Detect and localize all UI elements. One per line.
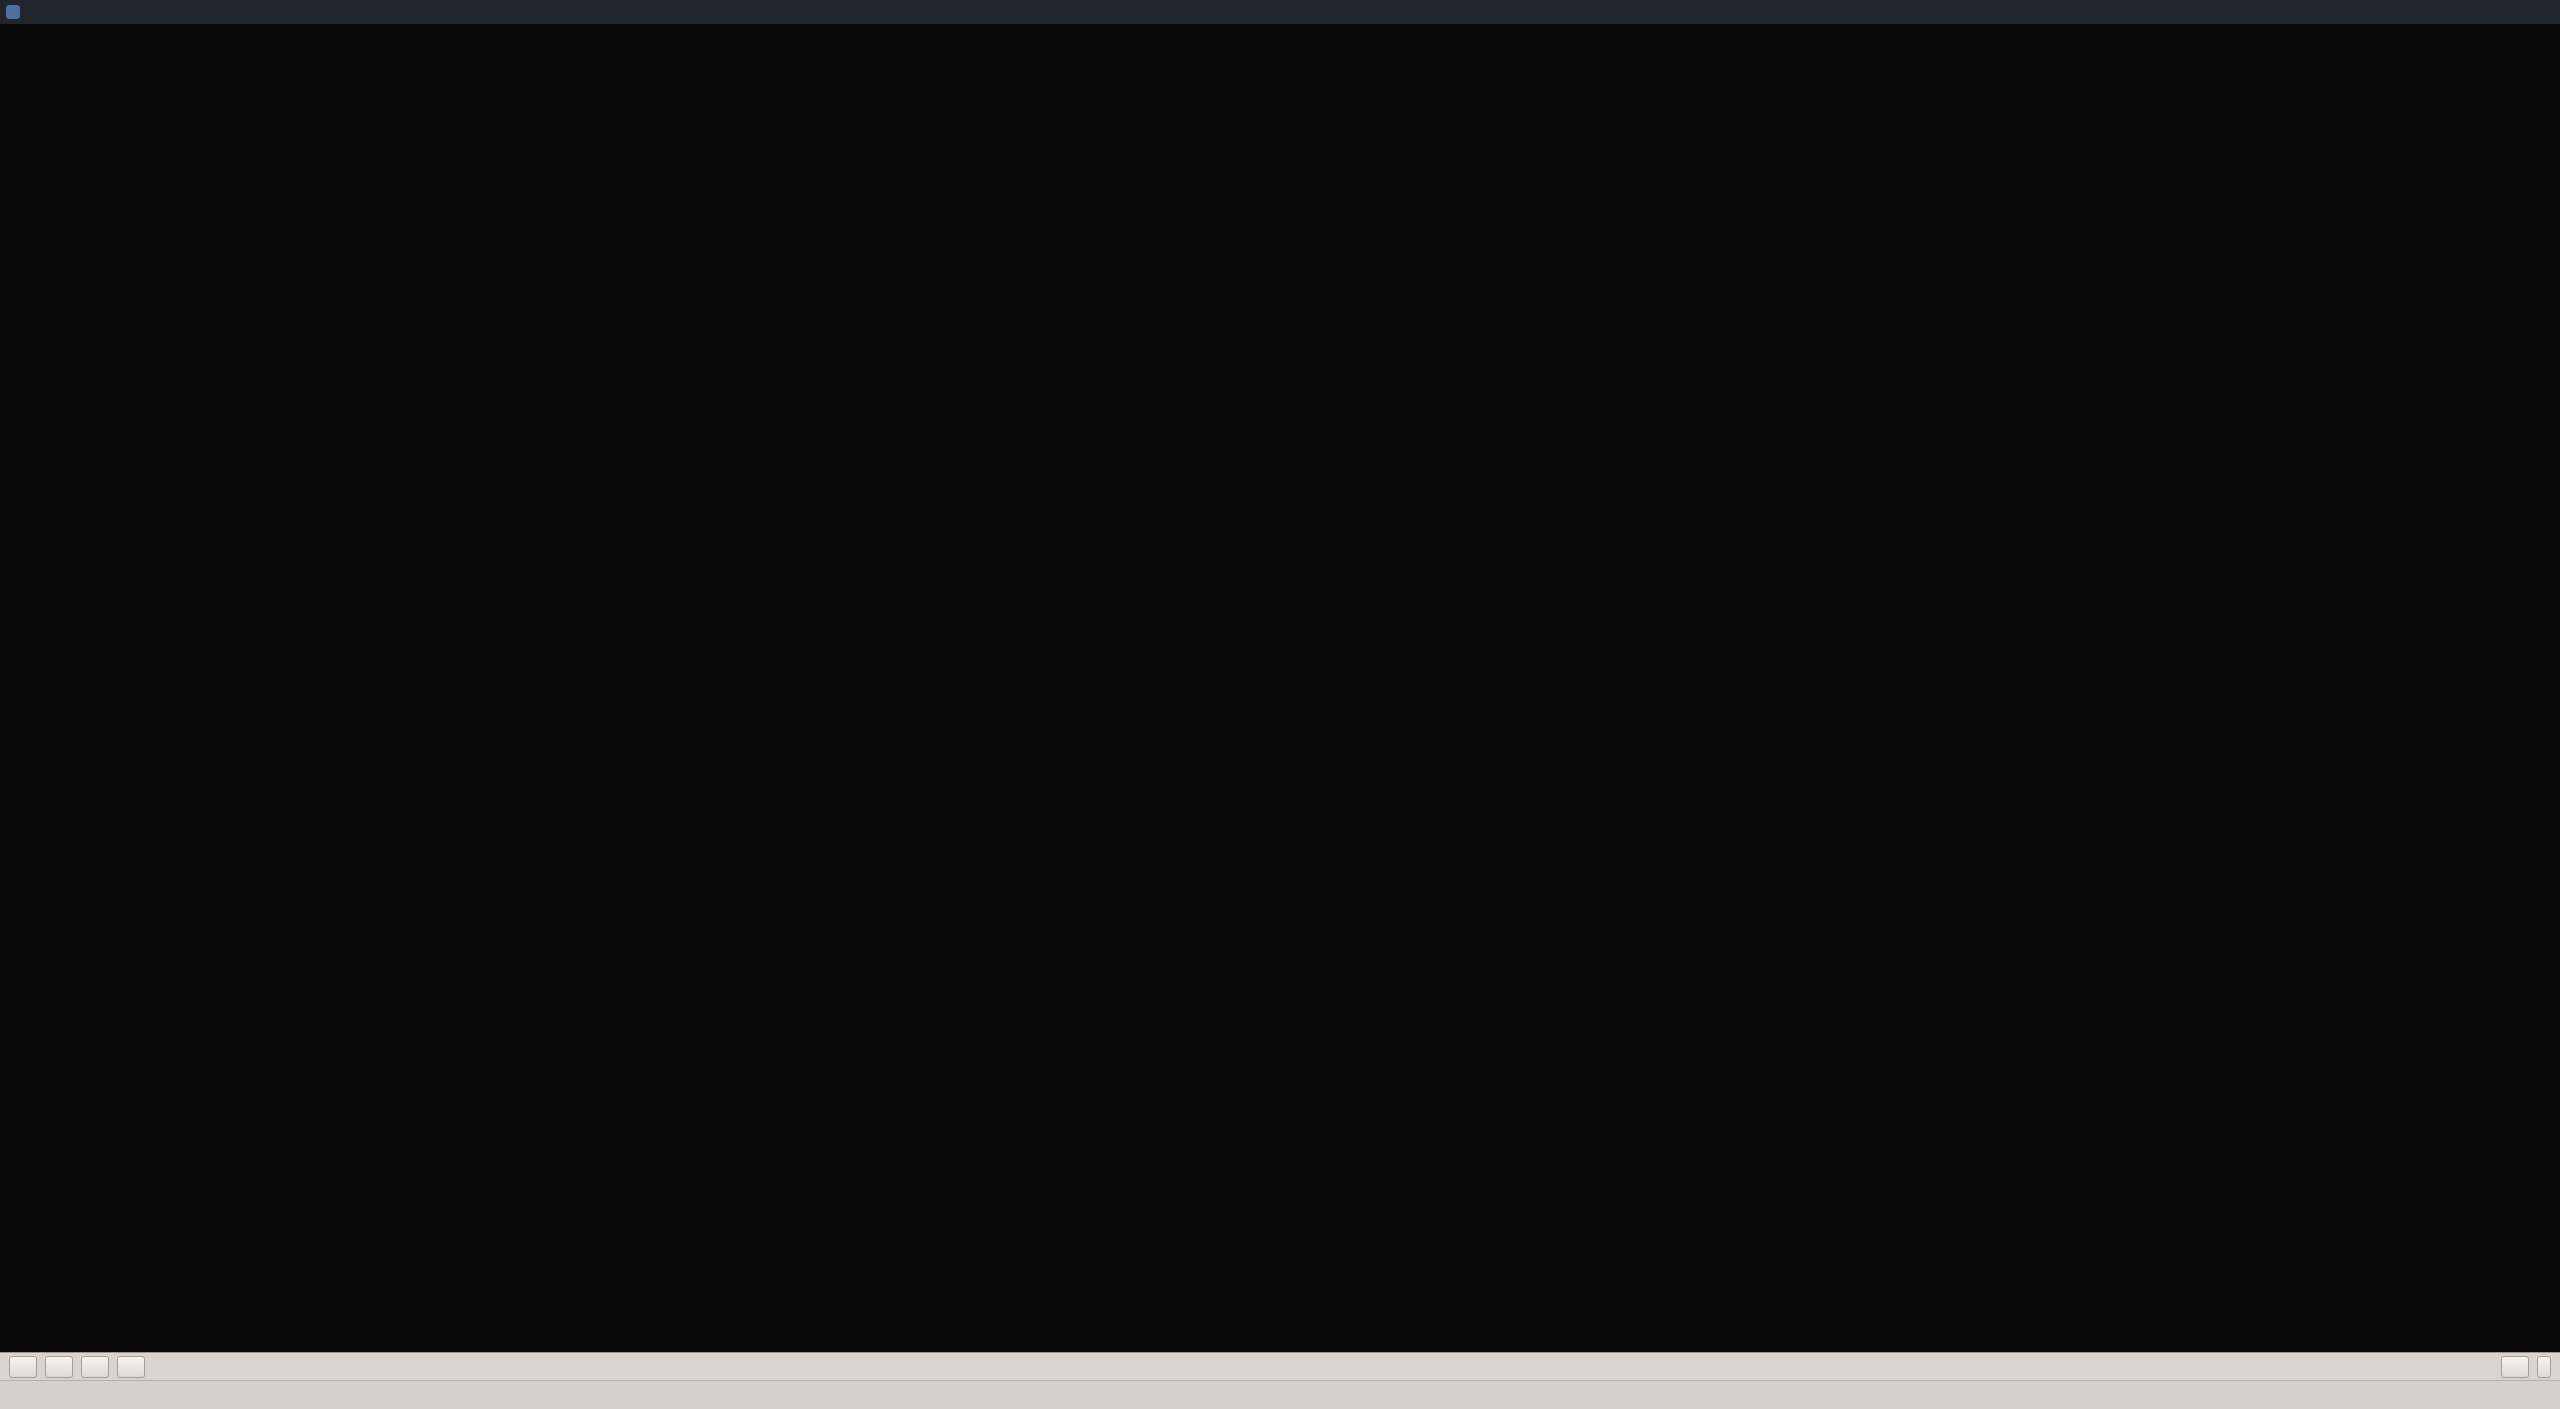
reset-button[interactable] bbox=[81, 1356, 109, 1378]
start-online-button[interactable] bbox=[9, 1356, 37, 1378]
expand-button[interactable] bbox=[2537, 1356, 2551, 1378]
about-links bbox=[2528, 1387, 2549, 1403]
add-channels-button[interactable] bbox=[117, 1356, 145, 1378]
status-bar bbox=[0, 1380, 2560, 1409]
stop-online-button[interactable] bbox=[45, 1356, 73, 1378]
toolbar bbox=[0, 1352, 2560, 1380]
plot-grid bbox=[0, 24, 2560, 1352]
snapshot-button[interactable] bbox=[2501, 1356, 2529, 1378]
title-bar[interactable] bbox=[0, 0, 2560, 24]
app-icon bbox=[6, 5, 20, 19]
